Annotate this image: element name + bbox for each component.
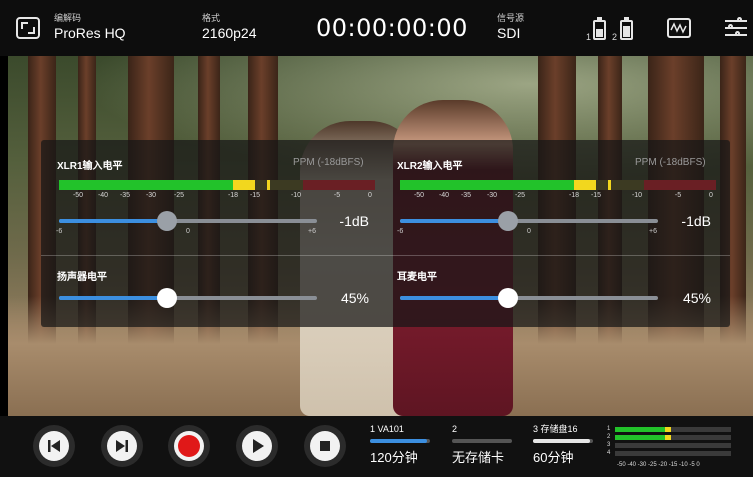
format-label: 格式 xyxy=(202,13,221,23)
headphone-level-value: 45% xyxy=(682,290,711,306)
play-icon xyxy=(253,439,264,453)
xlr2-ppm-label: PPM (-18dBFS) xyxy=(635,157,706,168)
stop-button[interactable] xyxy=(304,425,346,467)
battery-2-label: 2 xyxy=(612,32,618,42)
xlr1-gain-slider[interactable] xyxy=(59,219,317,223)
headphone-level-slider[interactable] xyxy=(400,296,658,300)
media-slot-3[interactable]: 3 存储盘16 60分钟 xyxy=(533,424,593,466)
media-slot-2-value: 无存储卡 xyxy=(452,450,505,465)
waveform-scope-icon[interactable] xyxy=(667,18,691,38)
bottom-transport-bar: 1 VA101 120分钟 2 无存储卡 3 存储盘16 60分钟 1 2 3 … xyxy=(0,416,753,477)
mini-meter-scale: -50 -40 -30 -25 -20 -15 -10 -5 0 xyxy=(617,462,700,468)
format-value: 2160p24 xyxy=(202,25,257,41)
play-button[interactable] xyxy=(236,425,278,467)
audio-mini-meter[interactable]: 1 2 3 4 -50 -40 -30 -25 -20 -15 -10 -5 0 xyxy=(605,424,753,470)
skip-forward-button[interactable] xyxy=(101,425,143,467)
xlr2-tick-label: -10 xyxy=(631,192,643,199)
xlr2-label: XLR2输入电平 xyxy=(397,161,463,172)
xlr2-slider-min: -6 xyxy=(397,228,404,235)
xlr1-tick-label: -15 xyxy=(249,192,261,199)
xlr2-tick-label: -35 xyxy=(460,192,472,199)
xlr1-slider-min: -6 xyxy=(56,228,63,235)
xlr2-tick-label: -40 xyxy=(438,192,450,199)
xlr2-gain-knob[interactable] xyxy=(498,211,518,231)
speaker-level-slider[interactable] xyxy=(59,296,317,300)
source-status[interactable]: 信号源 SDI xyxy=(497,13,524,41)
xlr1-slider-mid: 0 xyxy=(186,228,190,235)
xlr1-level-meter xyxy=(59,180,375,190)
speaker-level-label: 扬声器电平 xyxy=(57,272,107,283)
xlr2-tick-label: 0 xyxy=(709,192,713,199)
source-label: 信号源 xyxy=(497,13,525,23)
codec-status[interactable]: 编解码 ProRes HQ xyxy=(54,13,126,41)
xlr2-tick-label: -30 xyxy=(486,192,498,199)
source-value: SDI xyxy=(497,25,521,41)
xlr1-slider-max: +6 xyxy=(308,228,316,235)
xlr2-meter-scale: -50 -40 -35 -30 -25 -18 -15 -10 -5 0 xyxy=(400,192,716,204)
xlr1-tick-label: -18 xyxy=(227,192,239,199)
record-icon xyxy=(178,435,200,457)
media-slot-2-label: 2 xyxy=(452,424,458,434)
timecode-display: 00:00:00:00 xyxy=(316,14,468,42)
battery-2-icon xyxy=(620,17,633,40)
top-status-bar: 编解码 ProRes HQ 格式 2160p24 00:00:00:00 信号源… xyxy=(0,0,753,56)
battery-1-icon xyxy=(593,17,606,40)
frame-guides-icon[interactable] xyxy=(16,17,40,39)
media-slot-1-bar xyxy=(370,439,430,443)
mini-meter-ch1: 1 xyxy=(607,426,611,432)
settings-menu-icon[interactable] xyxy=(725,17,747,38)
format-status[interactable]: 格式 2160p24 xyxy=(202,13,257,41)
codec-label: 编解码 xyxy=(54,13,82,23)
xlr1-tick-label: 0 xyxy=(368,192,372,199)
xlr2-level-meter xyxy=(400,180,716,190)
media-slot-3-value: 60分钟 xyxy=(533,450,574,465)
skip-back-icon xyxy=(48,440,60,452)
mini-meter-ch2: 2 xyxy=(607,434,611,440)
xlr1-tick-label: -25 xyxy=(173,192,185,199)
speaker-level-knob[interactable] xyxy=(157,288,177,308)
xlr1-tick-label: -40 xyxy=(97,192,109,199)
battery-1-label: 1 xyxy=(586,32,592,42)
xlr1-ppm-label: PPM (-18dBFS) xyxy=(293,157,364,168)
media-slot-2-bar xyxy=(452,439,512,443)
xlr1-tick-label: -35 xyxy=(119,192,131,199)
media-slot-3-label: 3 存储盘16 xyxy=(533,424,578,434)
media-slot-3-bar xyxy=(533,439,593,443)
xlr2-slider-max: +6 xyxy=(649,228,657,235)
xlr1-tick-label: -50 xyxy=(72,192,84,199)
headphone-level-knob[interactable] xyxy=(498,288,518,308)
xlr2-tick-label: -15 xyxy=(590,192,602,199)
xlr1-gain-knob[interactable] xyxy=(157,211,177,231)
stop-icon xyxy=(320,441,330,451)
panel-divider xyxy=(41,255,730,256)
skip-forward-icon xyxy=(116,440,128,452)
xlr1-meter-scale: -50 -40 -35 -30 -25 -18 -15 -10 -5 0 xyxy=(59,192,375,204)
xlr1-tick-label: -10 xyxy=(290,192,302,199)
skip-back-button[interactable] xyxy=(33,425,75,467)
record-button[interactable] xyxy=(168,425,210,467)
xlr2-tick-label: -50 xyxy=(413,192,425,199)
xlr1-gain-value: -1dB xyxy=(339,213,369,229)
xlr1-tick-label: -5 xyxy=(333,192,341,199)
xlr1-tick-label: -30 xyxy=(145,192,157,199)
media-slot-1-value: 120分钟 xyxy=(370,450,418,465)
mini-meter-ch4: 4 xyxy=(607,450,611,456)
headphone-level-label: 耳麦电平 xyxy=(397,272,437,283)
speaker-level-value: 45% xyxy=(340,290,369,306)
xlr2-tick-label: -5 xyxy=(674,192,682,199)
xlr2-gain-slider[interactable] xyxy=(400,219,658,223)
xlr2-gain-value: -1dB xyxy=(681,213,711,229)
media-slot-1-label: 1 VA101 xyxy=(370,424,404,434)
codec-value: ProRes HQ xyxy=(54,25,126,41)
media-slot-2[interactable]: 2 无存储卡 xyxy=(452,424,512,466)
media-slot-1[interactable]: 1 VA101 120分钟 xyxy=(370,424,430,466)
xlr2-slider-mid: 0 xyxy=(527,228,531,235)
xlr2-tick-label: -25 xyxy=(514,192,526,199)
xlr2-tick-label: -18 xyxy=(568,192,580,199)
audio-levels-panel: XLR1输入电平 PPM (-18dBFS) -50 -40 -35 -30 -25 -1… xyxy=(41,140,730,327)
xlr1-label: XLR1输入电平 xyxy=(57,161,123,172)
mini-meter-ch3: 3 xyxy=(607,442,611,448)
